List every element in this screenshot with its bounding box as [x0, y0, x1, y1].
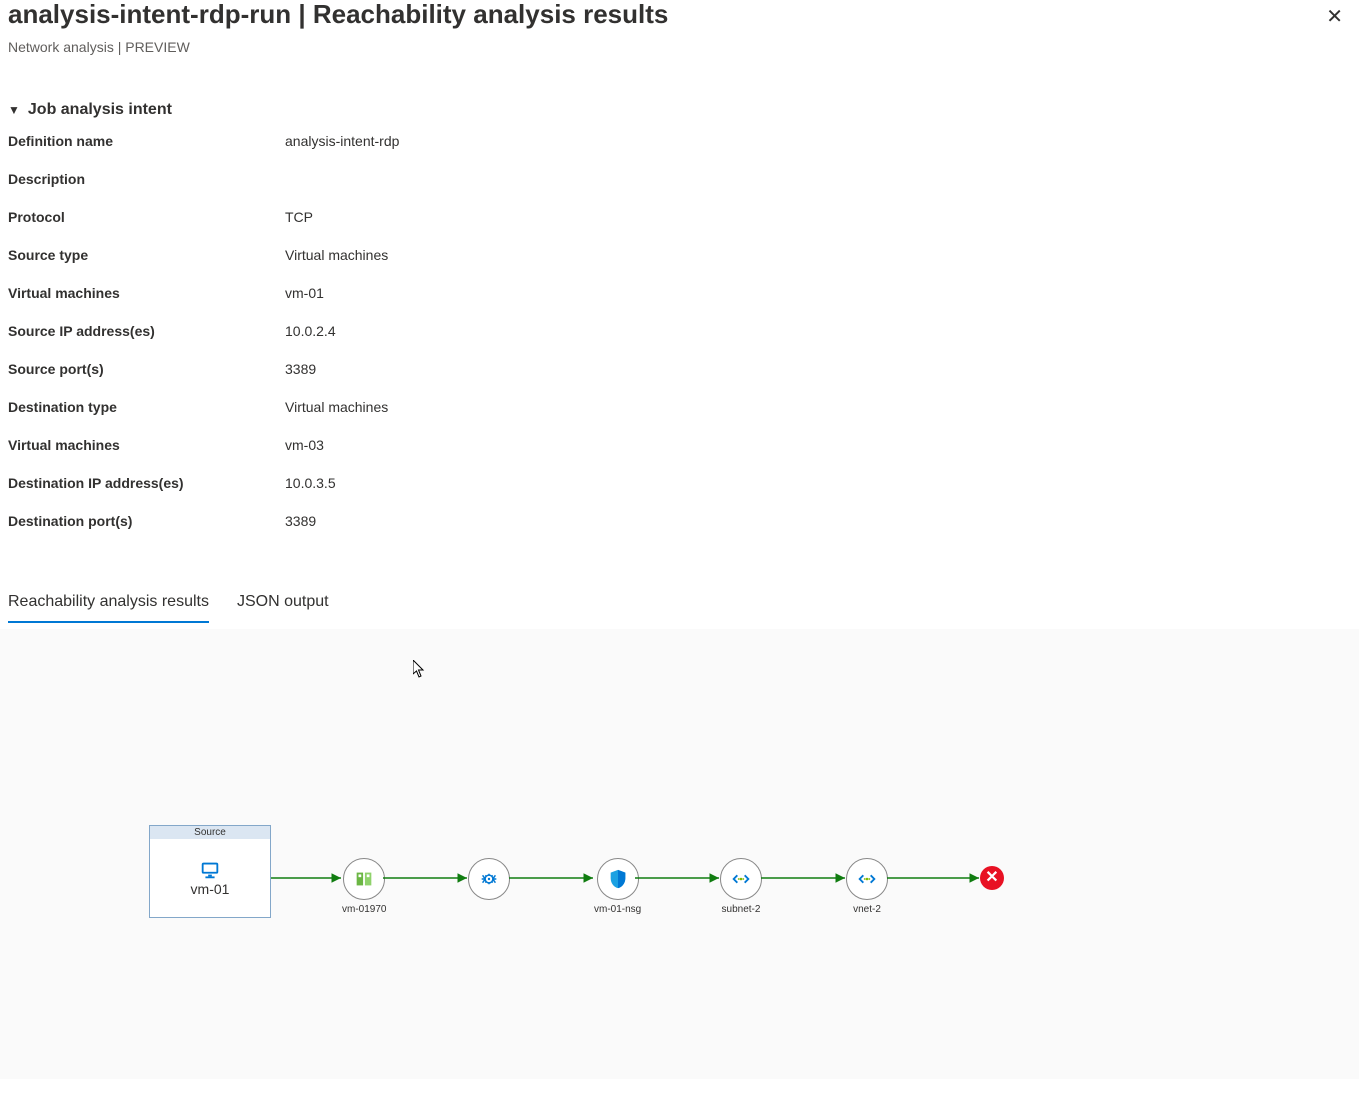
tab-list: Reachability analysis results JSON output [8, 587, 1351, 623]
intent-properties: Definition nameanalysis-intent-rdp Descri… [8, 129, 1351, 547]
job-analysis-intent-label: Job analysis intent [28, 101, 172, 119]
intent-row-value: analysis-intent-rdp [285, 133, 399, 149]
terminal-fail-icon[interactable] [980, 866, 1004, 890]
intent-row: Definition nameanalysis-intent-rdp [8, 129, 1351, 167]
shield-icon [597, 858, 639, 900]
page-title: analysis-intent-rdp-run | Reachability a… [8, 0, 668, 29]
intent-row-label: Source IP address(es) [8, 323, 285, 339]
node-label: vm-01970 [342, 904, 386, 915]
intent-row-label: Definition name [8, 133, 285, 149]
gear-icon [468, 858, 510, 900]
intent-row-label: Destination type [8, 399, 285, 415]
intent-row-value: vm-01 [285, 285, 324, 301]
topology-node[interactable] [468, 858, 510, 904]
node-label: vm-01 [191, 881, 230, 897]
intent-row-value: 10.0.3.5 [285, 475, 336, 491]
intent-row-value: 10.0.2.4 [285, 323, 336, 339]
intent-row: Virtual machinesvm-03 [8, 433, 1351, 471]
intent-row-value: Virtual machines [285, 247, 388, 263]
intent-row-label: Destination IP address(es) [8, 475, 285, 491]
intent-row-label: Virtual machines [8, 285, 285, 301]
intent-row: Virtual machinesvm-01 [8, 281, 1351, 319]
intent-row-label: Description [8, 171, 285, 187]
intent-row-value: Virtual machines [285, 399, 388, 415]
vnet-icon [720, 858, 762, 900]
intent-row: Source typeVirtual machines [8, 243, 1351, 281]
intent-row-value: vm-03 [285, 437, 324, 453]
tab-json-output[interactable]: JSON output [237, 587, 329, 623]
node-label: vnet-2 [846, 904, 888, 915]
intent-row-label: Protocol [8, 209, 285, 225]
intent-row-label: Source type [8, 247, 285, 263]
job-analysis-intent-toggle[interactable]: ▼ Job analysis intent [8, 101, 1351, 119]
topology-canvas[interactable]: Source vm-01 vm-01970 vm-01-nsg subnet-2 vnet… [0, 629, 1359, 1079]
close-button[interactable]: ✕ [1318, 0, 1351, 33]
intent-row-value: 3389 [285, 513, 316, 529]
node-label: subnet-2 [720, 904, 762, 915]
intent-row-label: Source port(s) [8, 361, 285, 377]
intent-row: Source port(s)3389 [8, 357, 1351, 395]
intent-row-value: 3389 [285, 361, 316, 377]
intent-row: Destination IP address(es)10.0.3.5 [8, 471, 1351, 509]
source-group-label: Source [150, 826, 270, 839]
intent-row: ProtocolTCP [8, 205, 1351, 243]
intent-row: Destination port(s)3389 [8, 509, 1351, 547]
intent-row-label: Destination port(s) [8, 513, 285, 529]
topology-node[interactable]: vnet-2 [846, 858, 888, 915]
node-label: vm-01-nsg [594, 904, 641, 915]
page-subtitle: Network analysis | PREVIEW [8, 39, 1351, 55]
intent-row-label: Virtual machines [8, 437, 285, 453]
topology-node[interactable]: vm-01970 [342, 858, 386, 915]
intent-row: Source IP address(es)10.0.2.4 [8, 319, 1351, 357]
topology-node[interactable]: vm-01-nsg [594, 858, 641, 915]
vm-icon [199, 859, 221, 881]
source-group[interactable]: Source vm-01 [149, 825, 271, 918]
intent-row: Destination typeVirtual machines [8, 395, 1351, 433]
vnet-icon [846, 858, 888, 900]
intent-row: Description [8, 167, 1351, 205]
intent-row-value: TCP [285, 209, 313, 225]
close-icon: ✕ [1326, 6, 1343, 28]
topology-node[interactable]: subnet-2 [720, 858, 762, 915]
nic-icon [343, 858, 385, 900]
tab-reachability-results[interactable]: Reachability analysis results [8, 587, 209, 623]
chevron-down-icon: ▼ [8, 103, 20, 117]
